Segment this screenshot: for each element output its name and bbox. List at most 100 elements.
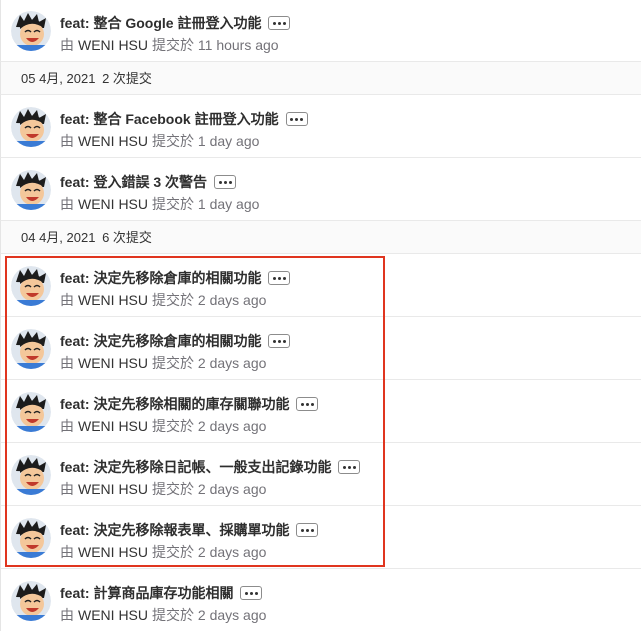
commit-row[interactable]: feat: 登入錯誤 3 次警告 由 WENI HSU 提交於 1 day ago — [0, 158, 641, 221]
commit-time: 2 days ago — [197, 607, 267, 623]
commit-title-line: feat: 決定先移除日記帳、一般支出記錄功能 — [60, 457, 361, 477]
commit-meta: 由 WENI HSU 提交於 2 days ago — [60, 290, 266, 310]
author-link[interactable]: WENI HSU — [78, 607, 148, 623]
commit-title-line: feat: 計算商品庫存功能相關 — [60, 583, 263, 603]
commit-title[interactable]: feat: 計算商品庫存功能相關 — [60, 583, 233, 603]
ellipsis-icon[interactable] — [268, 271, 291, 285]
author-prefix: 由 — [60, 37, 74, 53]
day-count: 6 次提交 — [102, 230, 152, 245]
ellipsis-icon[interactable] — [268, 16, 291, 30]
commit-title[interactable]: feat: 整合 Google 註冊登入功能 — [60, 13, 261, 33]
avatar[interactable] — [11, 455, 51, 495]
avatar[interactable] — [11, 518, 51, 558]
commit-title-line: feat: 決定先移除報表單、採購單功能 — [60, 520, 319, 540]
author-link[interactable]: WENI HSU — [78, 355, 148, 371]
commit-row[interactable]: feat: 整合 Facebook 註冊登入功能 由 WENI HSU 提交於 1 … — [0, 95, 641, 158]
commit-time: 2 days ago — [197, 355, 267, 371]
commit-title-line: feat: 決定先移除相關的庫存關聯功能 — [60, 394, 319, 414]
author-link[interactable]: WENI HSU — [78, 37, 148, 53]
cartoon-avatar-icon — [11, 170, 51, 210]
commit-time: 1 day ago — [197, 133, 260, 149]
commit-meta: 由 WENI HSU 提交於 2 days ago — [60, 353, 266, 373]
author-prefix: 由 — [60, 481, 74, 497]
avatar[interactable] — [11, 107, 51, 147]
commit-title-line: feat: 整合 Facebook 註冊登入功能 — [60, 109, 308, 129]
commit-meta: 由 WENI HSU 提交於 2 days ago — [60, 605, 266, 625]
author-prefix: 由 — [60, 196, 74, 212]
commit-verb: 提交於 — [152, 481, 194, 497]
avatar[interactable] — [11, 266, 51, 306]
ellipsis-icon[interactable] — [240, 586, 263, 600]
author-link[interactable]: WENI HSU — [78, 133, 148, 149]
ellipsis-icon[interactable] — [214, 175, 237, 189]
author-prefix: 由 — [60, 418, 74, 434]
author-link[interactable]: WENI HSU — [78, 544, 148, 560]
author-link[interactable]: WENI HSU — [78, 292, 148, 308]
commit-title[interactable]: feat: 決定先移除倉庫的相關功能 — [60, 331, 261, 351]
commit-verb: 提交於 — [152, 196, 194, 212]
cartoon-avatar-icon — [11, 329, 51, 369]
commit-meta: 由 WENI HSU 提交於 11 hours ago — [60, 35, 279, 55]
commit-row[interactable]: feat: 決定先移除報表單、採購單功能 由 WENI HSU 提交於 2 days… — [0, 506, 641, 569]
commit-title[interactable]: feat: 決定先移除報表單、採購單功能 — [60, 520, 289, 540]
commit-meta: 由 WENI HSU 提交於 2 days ago — [60, 479, 266, 499]
ellipsis-icon[interactable] — [296, 397, 319, 411]
cartoon-avatar-icon — [11, 455, 51, 495]
commit-time: 2 days ago — [197, 418, 267, 434]
commit-title-line: feat: 登入錯誤 3 次警告 — [60, 172, 237, 192]
ellipsis-icon[interactable] — [296, 523, 319, 537]
ellipsis-icon[interactable] — [338, 460, 361, 474]
author-link[interactable]: WENI HSU — [78, 418, 148, 434]
avatar[interactable] — [11, 392, 51, 432]
commit-time: 2 days ago — [197, 544, 267, 560]
commit-verb: 提交於 — [152, 37, 194, 53]
cartoon-avatar-icon — [11, 266, 51, 306]
ellipsis-icon[interactable] — [268, 334, 291, 348]
commit-time: 1 day ago — [197, 196, 260, 212]
commit-title[interactable]: feat: 決定先移除相關的庫存關聯功能 — [60, 394, 289, 414]
commit-verb: 提交於 — [152, 292, 194, 308]
commit-row[interactable]: feat: 決定先移除相關的庫存關聯功能 由 WENI HSU 提交於 2 days… — [0, 380, 641, 443]
commit-time: 11 hours ago — [197, 37, 279, 53]
ellipsis-icon[interactable] — [285, 112, 308, 126]
commit-row[interactable]: feat: 決定先移除倉庫的相關功能 由 WENI HSU 提交於 2 days a… — [0, 317, 641, 380]
avatar[interactable] — [11, 581, 51, 621]
cartoon-avatar-icon — [11, 581, 51, 621]
author-link[interactable]: WENI HSU — [78, 481, 148, 497]
commit-title-line: feat: 決定先移除倉庫的相關功能 — [60, 331, 291, 351]
commit-title[interactable]: feat: 決定先移除倉庫的相關功能 — [60, 268, 261, 288]
avatar[interactable] — [11, 170, 51, 210]
commit-verb: 提交於 — [152, 418, 194, 434]
commit-verb: 提交於 — [152, 544, 194, 560]
cartoon-avatar-icon — [11, 392, 51, 432]
author-prefix: 由 — [60, 133, 74, 149]
commit-meta: 由 WENI HSU 提交於 1 day ago — [60, 131, 259, 151]
commit-time: 2 days ago — [197, 292, 267, 308]
commit-title[interactable]: feat: 整合 Facebook 註冊登入功能 — [60, 109, 279, 129]
commit-title-line: feat: 整合 Google 註冊登入功能 — [60, 13, 291, 33]
commit-row[interactable]: feat: 決定先移除日記帳、一般支出記錄功能 由 WENI HSU 提交於 2 d… — [0, 443, 641, 506]
commit-title[interactable]: feat: 決定先移除日記帳、一般支出記錄功能 — [60, 457, 331, 477]
commit-list: feat: 整合 Google 註冊登入功能 由 WENI HSU 提交於 11 h… — [0, 0, 641, 631]
day-header: 04 4月, 2021 6 次提交 — [0, 221, 641, 254]
cartoon-avatar-icon — [11, 518, 51, 558]
commit-meta: 由 WENI HSU 提交於 2 days ago — [60, 542, 266, 562]
commit-verb: 提交於 — [152, 133, 194, 149]
commit-meta: 由 WENI HSU 提交於 1 day ago — [60, 194, 259, 214]
commit-row[interactable]: feat: 決定先移除倉庫的相關功能 由 WENI HSU 提交於 2 days a… — [0, 254, 641, 317]
cartoon-avatar-icon — [11, 107, 51, 147]
commit-time: 2 days ago — [197, 481, 267, 497]
author-prefix: 由 — [60, 607, 74, 623]
day-date: 05 4月, 2021 — [21, 71, 96, 86]
day-date: 04 4月, 2021 — [21, 230, 96, 245]
commit-row[interactable]: feat: 計算商品庫存功能相關 由 WENI HSU 提交於 2 days ago — [0, 569, 641, 631]
commit-row[interactable]: feat: 整合 Google 註冊登入功能 由 WENI HSU 提交於 11 h… — [0, 0, 641, 62]
commit-verb: 提交於 — [152, 607, 194, 623]
commit-title[interactable]: feat: 登入錯誤 3 次警告 — [60, 172, 207, 192]
avatar[interactable] — [11, 11, 51, 51]
author-link[interactable]: WENI HSU — [78, 196, 148, 212]
avatar[interactable] — [11, 329, 51, 369]
commit-title-line: feat: 決定先移除倉庫的相關功能 — [60, 268, 291, 288]
day-header: 05 4月, 2021 2 次提交 — [0, 62, 641, 95]
commit-verb: 提交於 — [152, 355, 194, 371]
